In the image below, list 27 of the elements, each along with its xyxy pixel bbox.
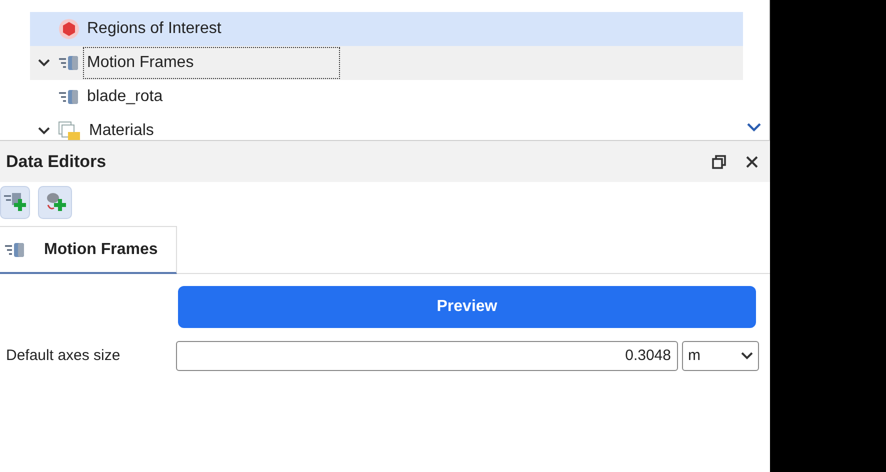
scroll-down-icon[interactable] <box>747 123 761 132</box>
tree-item-label: Motion Frames <box>84 48 339 78</box>
tree-item-label: Regions of Interest <box>86 19 222 39</box>
unit-dropdown[interactable]: m <box>682 341 759 371</box>
close-icon[interactable] <box>746 156 758 168</box>
chevron-down-icon <box>741 352 753 360</box>
chevron-down-icon[interactable] <box>38 127 50 135</box>
add-frame-button[interactable] <box>0 186 30 219</box>
value-field[interactable]: 0.3048 <box>176 341 678 371</box>
add-object-button[interactable] <box>38 186 72 219</box>
tree-item-label: Materials <box>88 121 155 140</box>
tree-item[interactable]: Regions of Interest <box>30 12 743 46</box>
materials-icon <box>58 121 82 140</box>
tree-item-label: blade_rota <box>86 87 164 107</box>
tree-item[interactable]: Motion Frames <box>30 46 743 80</box>
cube-icon <box>58 18 80 40</box>
chevron-down-icon[interactable] <box>38 59 50 67</box>
frames-icon <box>58 88 80 106</box>
tab[interactable]: Motion Frames <box>0 226 177 274</box>
frames-icon <box>4 240 26 258</box>
tree-item[interactable]: blade_rota <box>0 80 743 114</box>
frames-icon <box>58 54 80 72</box>
tree-item[interactable]: Materials <box>30 114 743 140</box>
field-label: Default axes size <box>5 346 122 366</box>
panel-title: Data Editors <box>6 150 106 173</box>
preview-button[interactable]: Preview <box>178 286 756 328</box>
restore-icon[interactable] <box>712 154 726 168</box>
